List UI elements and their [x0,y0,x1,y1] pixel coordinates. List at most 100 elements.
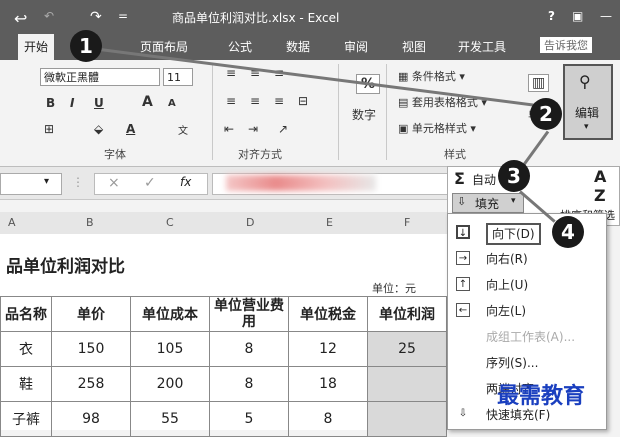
table-cell[interactable]: 25 [367,331,447,367]
tell-me-search[interactable]: 告诉我您 [540,37,592,53]
cell-styles-icon: ▣ [398,122,412,135]
column-header-d[interactable]: D [246,216,254,229]
table-cell[interactable]: 子裤 [0,401,52,437]
tab-page-layout[interactable]: 页面布局 [140,38,188,55]
arrow-left-icon: ← [456,303,470,317]
menu-item-series[interactable]: 序列(S)... [448,350,606,376]
insert-function-icon[interactable]: fx [180,175,191,189]
table-cell[interactable] [367,366,447,402]
conditional-format-icon: ▦ [398,70,412,83]
help-button[interactable]: ? [548,9,555,23]
divider [212,64,213,160]
watermark: 最需教育 [497,383,586,409]
column-header-f[interactable]: F [404,216,410,229]
column-header-a[interactable]: A [8,216,16,229]
step-marker-1: 1 [70,30,102,62]
font-name-box[interactable]: 微軟正黑體 [40,68,160,86]
tab-data[interactable]: 数据 [286,38,310,55]
header-cell[interactable]: 单位税金 [288,296,368,332]
header-cell[interactable]: 单价 [51,296,131,332]
conditional-format-button[interactable]: ▦ 条件格式 ▾ [398,68,465,84]
column-header-b[interactable]: B [86,216,94,229]
table-cell[interactable]: 鞋 [0,366,52,402]
header-cell[interactable]: 品名称 [0,296,52,332]
font-size-box[interactable]: 11 [163,68,193,86]
table-cell[interactable]: 258 [51,366,131,402]
border-icon[interactable]: ⊞ [44,122,54,136]
save-icon[interactable]: ↩ [14,9,27,28]
cancel-icon[interactable]: × [108,175,120,191]
menu-item-fill-right[interactable]: → 向右(R) [448,246,606,272]
cells-icon[interactable]: ▥ [528,74,550,92]
step-marker-3: 3 [498,160,530,192]
font-color-button[interactable]: A [126,122,135,136]
undo-icon[interactable]: ↶ [44,9,54,23]
table-row: 鞋 258 200 8 18 [0,366,447,402]
decrease-indent-icon[interactable]: ⇤ [224,122,234,136]
binoculars-icon: ⚲ [579,72,591,91]
table-cell[interactable]: 55 [130,401,210,437]
table-cell[interactable]: 18 [288,366,368,402]
data-table: 品名称 单价 单位成本 单位营业费用 单位税金 单位利润 衣 150 105 8… [0,296,447,437]
table-cell[interactable]: 5 [209,401,289,437]
fill-label: 填充 [475,197,500,211]
table-cell[interactable] [367,401,447,437]
number-format-button[interactable]: 数字 [352,106,376,123]
header-cell[interactable]: 单位利润 [367,296,447,332]
underline-button[interactable]: U [94,96,104,110]
table-cell[interactable]: 衣 [0,331,52,367]
orientation-icon[interactable]: ↗ [278,122,288,136]
qat-customize-icon[interactable]: = [118,9,128,23]
step-marker-4: 4 [552,216,584,248]
shrink-font-button[interactable]: A [168,98,176,109]
fill-color-icon[interactable]: ⬙ [94,122,103,136]
title-bar: ↩ ↶ ↷ = 商品单位利润对比.xlsx - Excel ? ▣ — [0,0,620,34]
align-left-icon[interactable]: ≡ [226,94,236,108]
phonetic-button[interactable]: 文 [178,122,188,137]
font-group-label: 字体 [104,148,126,161]
table-cell[interactable]: 12 [288,331,368,367]
table-cell[interactable]: 8 [209,366,289,402]
edit-button[interactable]: ⚲ 编辑 ▾ [563,64,613,140]
menu-item-fill-up[interactable]: ↑ 向上(U) [448,272,606,298]
minimize-button[interactable]: — [600,9,612,23]
tab-review[interactable]: 审阅 [344,38,368,55]
window-title: 商品单位利润对比.xlsx - Excel [172,11,340,25]
chevron-down-icon: ▾ [584,122,589,132]
merge-center-icon[interactable]: ⊟ [298,94,308,108]
cell-styles-button[interactable]: ▣ 单元格样式 ▾ [398,120,476,136]
column-header-c[interactable]: C [166,216,174,229]
grow-font-button[interactable]: A [142,94,153,110]
align-right-icon[interactable]: ≡ [274,94,284,108]
autosum-button[interactable]: 自动 [472,171,496,188]
table-cell[interactable]: 105 [130,331,210,367]
name-box[interactable] [0,173,62,195]
tab-formulas[interactable]: 公式 [228,38,252,55]
fill-button[interactable]: ⇩ 填充 ▾ [452,193,524,213]
tab-home[interactable]: 开始 [18,34,55,60]
redo-icon[interactable]: ↷ [90,9,102,25]
ribbon-display-button[interactable]: ▣ [572,9,583,23]
align-center-icon[interactable]: ≡ [250,94,260,108]
table-cell[interactable]: 150 [51,331,131,367]
menu-item-fill-left[interactable]: ← 向左(L) [448,298,606,324]
italic-button[interactable]: I [70,96,74,110]
header-cell[interactable]: 单位营业费用 [209,296,289,332]
tab-view[interactable]: 视图 [402,38,426,55]
increase-indent-icon[interactable]: ⇥ [248,122,258,136]
table-format-icon: ▤ [398,96,412,109]
table-cell[interactable]: 98 [51,401,131,437]
sort-az-icon[interactable]: A Z [594,167,619,205]
header-cell[interactable]: 单位成本 [130,296,210,332]
table-cell[interactable]: 200 [130,366,210,402]
name-box-chevron-icon[interactable]: ▾ [44,176,49,187]
bold-button[interactable]: B [46,96,55,110]
menu-item-label: 向上(U) [486,278,529,292]
styles-group-label: 样式 [444,148,466,161]
table-cell[interactable]: 8 [288,401,368,437]
enter-icon[interactable]: ✓ [144,175,156,191]
table-row: 子裤 98 55 5 8 [0,401,447,437]
table-cell[interactable]: 8 [209,331,289,367]
tab-developer[interactable]: 开发工具 [458,38,506,55]
column-header-e[interactable]: E [326,216,333,229]
